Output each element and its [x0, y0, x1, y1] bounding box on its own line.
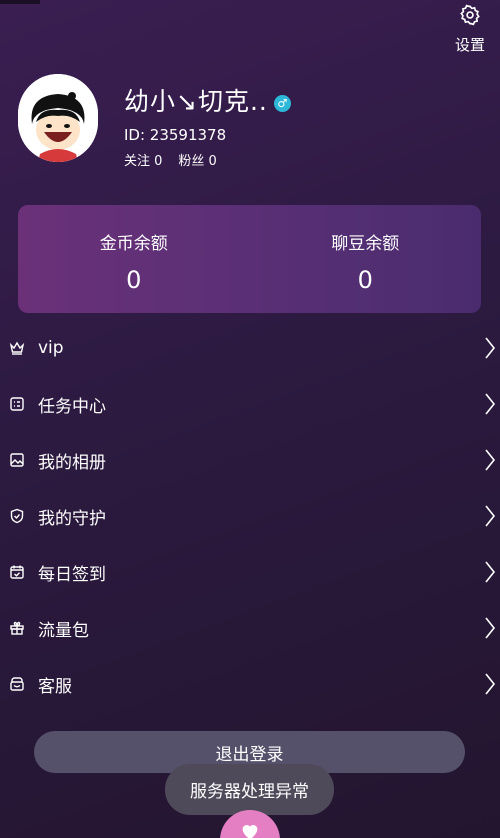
settings-label: 设置	[454, 36, 485, 54]
heart-icon	[239, 810, 261, 838]
menu-item-task-center[interactable]: 任务中心	[0, 376, 500, 432]
menu-item-vip[interactable]: vip	[0, 320, 500, 376]
user-id: ID: 23591378	[124, 126, 227, 144]
gear-icon	[452, 4, 488, 26]
menu-item-album[interactable]: 我的相册	[0, 432, 500, 488]
chevron-right-icon	[484, 560, 496, 584]
chevron-right-icon	[484, 616, 496, 640]
menu-item-guard[interactable]: 我的守护	[0, 488, 500, 544]
chevron-right-icon	[484, 504, 496, 528]
crown-icon	[8, 339, 26, 357]
menu-item-data-package[interactable]: 流量包	[0, 600, 500, 656]
calendar-check-icon	[8, 563, 26, 581]
status-bar-mark	[0, 0, 40, 4]
balance-card: 金币余额 0 聊豆余额 0	[18, 205, 481, 313]
followers-count[interactable]: 粉丝 0	[178, 150, 216, 169]
chevron-right-icon	[484, 336, 496, 360]
beans-balance[interactable]: 聊豆余额 0	[250, 205, 482, 313]
menu-item-label: 我的守护	[38, 508, 106, 529]
profile-section: 幼小↘切克.. ♂ ID: 23591378 关注 0 粉丝 0	[18, 74, 291, 169]
menu-item-daily-checkin[interactable]: 每日签到	[0, 544, 500, 600]
menu-item-label: 流量包	[38, 620, 89, 641]
gold-balance[interactable]: 金币余额 0	[18, 205, 250, 313]
gold-balance-value: 0	[126, 266, 142, 294]
menu-item-label: 我的相册	[38, 452, 106, 473]
avatar[interactable]	[18, 74, 98, 162]
beans-balance-label: 聊豆余额	[331, 234, 400, 254]
menu-item-label: 每日签到	[38, 564, 106, 585]
customer-service-icon	[8, 675, 26, 693]
menu-item-label: 任务中心	[38, 396, 106, 417]
image-icon	[8, 451, 26, 469]
menu-item-label: vip	[38, 338, 64, 358]
following-count[interactable]: 关注 0	[124, 150, 162, 169]
beans-balance-value: 0	[357, 266, 373, 294]
chevron-right-icon	[484, 448, 496, 472]
chevron-right-icon	[484, 392, 496, 416]
shield-check-icon	[8, 507, 26, 525]
menu-list: vip 任务中心 我的相册 我的守护 每日签到 流量包 客服	[0, 320, 500, 712]
toast-message: 服务器处理异常	[165, 764, 334, 815]
settings-button[interactable]: 设置	[452, 4, 488, 55]
chevron-right-icon	[484, 672, 496, 696]
gold-balance-label: 金币余额	[99, 234, 168, 254]
user-name: 幼小↘切克..	[124, 87, 268, 116]
task-list-icon	[8, 395, 26, 413]
menu-item-customer-service[interactable]: 客服	[0, 656, 500, 712]
menu-item-label: 客服	[38, 676, 72, 697]
gift-icon	[8, 619, 26, 637]
male-gender-icon: ♂	[273, 94, 291, 112]
